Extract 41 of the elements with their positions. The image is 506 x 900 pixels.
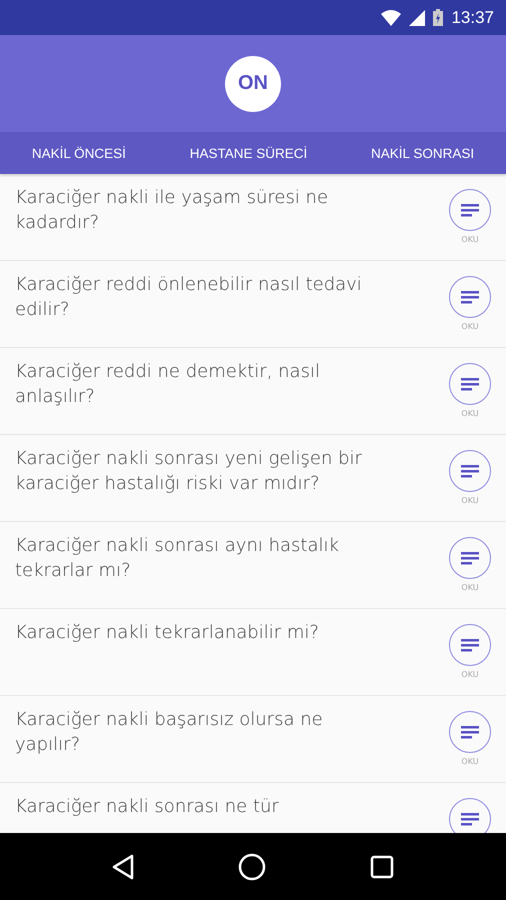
recents-button[interactable] (370, 854, 394, 878)
read-button[interactable] (449, 711, 491, 753)
read-button[interactable] (449, 363, 491, 405)
read-button[interactable] (449, 624, 491, 666)
back-button[interactable] (112, 854, 134, 880)
question-text[interactable]: Karaciğer nakli sonrası aynı hastalık tekrarlar mı? (15, 533, 375, 608)
question-text[interactable]: Karaciğer nakli sonrası yeni gelişen bir karaciğer hastalığı riski var mıdır? (15, 446, 375, 521)
read-label: OKU (461, 409, 479, 418)
question-text[interactable]: Karaciğer reddi ne demektir, nasıl anlaşılır? (15, 359, 375, 434)
read-label: OKU (461, 235, 479, 244)
read-label: OKU (461, 757, 479, 766)
read-label: OKU (461, 322, 479, 331)
wifi-icon (381, 10, 402, 26)
lines-icon (461, 638, 479, 652)
read-button[interactable] (449, 189, 491, 231)
lines-icon (461, 290, 479, 304)
question-text[interactable]: Karaciğer nakli sonrası ne tür (15, 794, 375, 833)
read-button[interactable] (449, 537, 491, 579)
lines-icon (461, 812, 479, 826)
lines-icon (461, 552, 479, 564)
read-label: OKU (461, 496, 479, 505)
read-label: OKU (461, 670, 479, 679)
signal-icon (409, 10, 426, 26)
tab[interactable]: NAKİL ÖNCESİ (28, 140, 130, 166)
read-button[interactable] (449, 276, 491, 318)
home-button[interactable] (238, 852, 266, 880)
question-text[interactable]: Karaciğer nakli tekrarlanabilir mi? (15, 620, 375, 695)
lines-icon (461, 378, 479, 390)
question-text[interactable]: Karaciğer nakli ile yaşam süresi ne kadardır? (15, 185, 375, 260)
tab[interactable]: HASTANE SÜRECİ (186, 140, 312, 166)
tab[interactable]: NAKİL SONRASI (367, 140, 478, 166)
lines-icon (461, 726, 479, 738)
status-time: 13:37 (451, 8, 494, 28)
read-button[interactable] (449, 450, 491, 492)
lines-icon (461, 204, 479, 216)
battery-icon (433, 9, 444, 26)
question-text[interactable]: Karaciğer reddi önlenebilir nasıl tedavi edilir? (15, 272, 375, 347)
app-logo: ON (225, 56, 281, 112)
lines-icon (461, 464, 479, 478)
read-label: OKU (461, 583, 479, 592)
question-text[interactable]: Karaciğer nakli başarısız olursa ne yapılır? (15, 707, 375, 782)
